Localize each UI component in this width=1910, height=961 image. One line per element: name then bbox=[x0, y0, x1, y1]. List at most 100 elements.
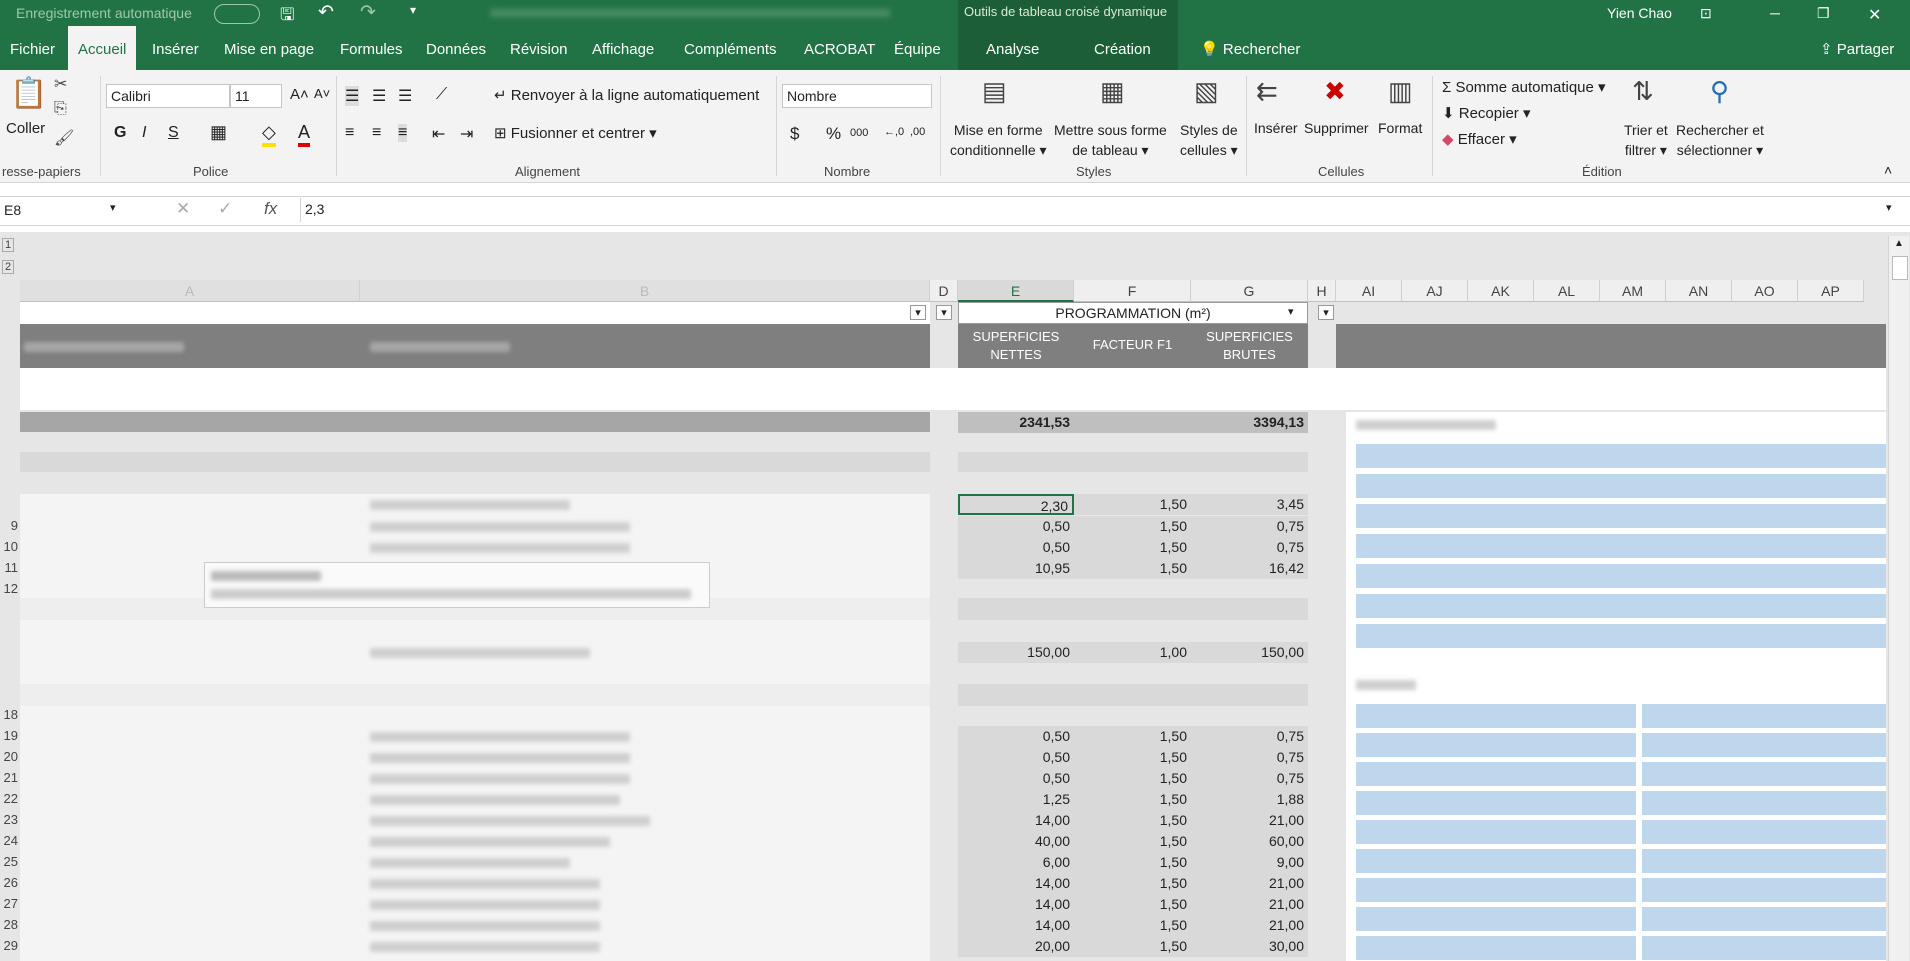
insert-cells-button[interactable]: Insérer bbox=[1254, 120, 1298, 136]
cell-e22[interactable]: 1,25 bbox=[958, 789, 1074, 810]
increase-indent-icon[interactable]: ⇥ bbox=[460, 124, 473, 144]
row-number[interactable]: 29 bbox=[0, 938, 18, 953]
cell-styles-icon[interactable]: ▧ bbox=[1194, 76, 1219, 107]
conditional-format-button[interactable]: Mise en forme conditionnelle ▾ bbox=[950, 120, 1047, 160]
row-number[interactable]: 28 bbox=[0, 917, 18, 932]
italic-icon[interactable]: I bbox=[142, 124, 146, 142]
cell-f21[interactable]: 1,50 bbox=[1074, 768, 1191, 789]
slicer-item[interactable] bbox=[1642, 820, 1886, 844]
filter-dropdown-icon[interactable]: ▾ bbox=[910, 305, 926, 320]
cell-g9[interactable]: 0,75 bbox=[1191, 516, 1308, 537]
tab-analyse[interactable]: Analyse bbox=[976, 26, 1049, 70]
sort-filter-button[interactable]: Trier et filtrer ▾ bbox=[1624, 120, 1668, 160]
align-right-icon[interactable]: ≡ bbox=[398, 124, 408, 142]
find-select-icon[interactable]: ⚲ bbox=[1710, 76, 1729, 107]
format-as-table-button[interactable]: Mettre sous forme de tableau ▾ bbox=[1054, 120, 1167, 160]
font-name-box[interactable]: Calibri bbox=[106, 84, 230, 108]
cell-e23[interactable]: 14,00 bbox=[958, 810, 1074, 831]
cell-f27[interactable]: 1,50 bbox=[1074, 894, 1191, 915]
column-header-ao[interactable]: AO bbox=[1732, 280, 1798, 302]
cell-f11[interactable]: 1,50 bbox=[1074, 558, 1191, 579]
cell-g16[interactable]: 150,00 bbox=[1191, 642, 1308, 663]
bold-icon[interactable]: G bbox=[114, 124, 126, 142]
conditional-format-icon[interactable]: ▤ bbox=[982, 76, 1007, 107]
total-superficies-nettes[interactable]: 2341,53 bbox=[958, 412, 1074, 433]
cell-g10[interactable]: 0,75 bbox=[1191, 537, 1308, 558]
format-painter-icon[interactable]: 🖌 bbox=[54, 128, 74, 148]
column-header-e[interactable]: E bbox=[958, 280, 1074, 302]
format-cells-button[interactable]: Format bbox=[1378, 120, 1422, 136]
minimize-icon[interactable]: ─ bbox=[1770, 5, 1780, 21]
column-header-aj[interactable]: AJ bbox=[1402, 280, 1468, 302]
format-cells-icon[interactable]: ▥ bbox=[1388, 76, 1413, 107]
align-left-icon[interactable]: ≡ bbox=[345, 124, 354, 142]
align-bottom-icon[interactable]: ☰ bbox=[398, 86, 412, 106]
cell-f16[interactable]: 1,00 bbox=[1074, 642, 1191, 663]
row-number[interactable]: 9 bbox=[0, 518, 18, 533]
copy-icon[interactable]: ⎘ bbox=[54, 100, 67, 118]
column-header-ai[interactable]: AI bbox=[1336, 280, 1402, 302]
undo-icon[interactable]: ↶ bbox=[318, 1, 334, 24]
slicer-item[interactable] bbox=[1356, 534, 1886, 558]
orientation-icon[interactable]: ⟋ bbox=[436, 86, 447, 104]
outline-level-1[interactable]: 1 bbox=[2, 238, 14, 252]
column-header-ap[interactable]: AP bbox=[1798, 280, 1864, 302]
cut-icon[interactable]: ✂ bbox=[54, 74, 67, 94]
cell-e9[interactable]: 0,50 bbox=[958, 516, 1074, 537]
cell-g29[interactable]: 30,00 bbox=[1191, 936, 1308, 957]
cell-g23[interactable]: 21,00 bbox=[1191, 810, 1308, 831]
autosum-button[interactable]: Σ Somme automatique ▾ bbox=[1442, 78, 1606, 96]
column-header-d[interactable]: D bbox=[930, 280, 958, 302]
tab-acrobat[interactable]: ACROBAT bbox=[794, 26, 885, 70]
borders-icon[interactable]: ▦ bbox=[210, 122, 227, 143]
slicer-item[interactable] bbox=[1356, 907, 1636, 931]
clear-button[interactable]: ◆ Effacer ▾ bbox=[1442, 130, 1517, 148]
redo-icon[interactable]: ↷ bbox=[360, 1, 376, 24]
cell-g24[interactable]: 60,00 bbox=[1191, 831, 1308, 852]
cell-e11[interactable]: 10,95 bbox=[958, 558, 1074, 579]
tab-complements[interactable]: Compléments bbox=[674, 26, 787, 70]
tab-inserer[interactable]: Insérer bbox=[142, 26, 209, 70]
slicer-item[interactable] bbox=[1642, 704, 1886, 728]
row-number[interactable]: 10 bbox=[0, 539, 18, 554]
cell-e21[interactable]: 0,50 bbox=[958, 768, 1074, 789]
cell-f26[interactable]: 1,50 bbox=[1074, 873, 1191, 894]
slicer-item[interactable] bbox=[1642, 878, 1886, 902]
grow-font-icon[interactable]: A˄ bbox=[290, 86, 309, 103]
cell-g8[interactable]: 3,45 bbox=[1191, 494, 1308, 515]
cell-g21[interactable]: 0,75 bbox=[1191, 768, 1308, 789]
close-icon[interactable]: ✕ bbox=[1868, 5, 1881, 25]
column-header-g[interactable]: G bbox=[1191, 280, 1308, 302]
slicer-item[interactable] bbox=[1356, 936, 1636, 960]
slicer-item[interactable] bbox=[1356, 624, 1886, 648]
slicer-item[interactable] bbox=[1356, 594, 1886, 618]
cell-g26[interactable]: 21,00 bbox=[1191, 873, 1308, 894]
fill-color-icon[interactable]: ◇ bbox=[262, 122, 276, 147]
filter-dropdown-icon[interactable]: ▾ bbox=[1288, 305, 1294, 318]
insert-function-icon[interactable]: fx bbox=[264, 199, 277, 219]
cell-f22[interactable]: 1,50 bbox=[1074, 789, 1191, 810]
slicer-item[interactable] bbox=[1356, 733, 1636, 757]
row-number[interactable]: 22 bbox=[0, 791, 18, 806]
underline-icon[interactable]: S bbox=[168, 124, 179, 142]
cell-f19[interactable]: 1,50 bbox=[1074, 726, 1191, 747]
decrease-decimal-icon[interactable]: ,00 bbox=[910, 126, 925, 138]
cell-f24[interactable]: 1,50 bbox=[1074, 831, 1191, 852]
sort-filter-icon[interactable]: ⇅ bbox=[1632, 76, 1654, 107]
wrap-text-button[interactable]: ↵ Renvoyer à la ligne automatiquement bbox=[494, 86, 759, 104]
restore-icon[interactable]: ❐ bbox=[1817, 5, 1830, 22]
tab-creation[interactable]: Création bbox=[1084, 26, 1161, 70]
cell-e19[interactable]: 0,50 bbox=[958, 726, 1074, 747]
confirm-entry-icon[interactable]: ✓ bbox=[218, 199, 232, 219]
align-middle-icon[interactable]: ☰ bbox=[372, 86, 386, 106]
total-superficies-brutes[interactable]: 3394,13 bbox=[1191, 412, 1308, 433]
total-facteur[interactable] bbox=[1074, 412, 1191, 433]
cell-styles-button[interactable]: Styles de cellules ▾ bbox=[1180, 120, 1238, 160]
delete-cells-icon[interactable]: ✖ bbox=[1324, 76, 1346, 107]
column-header-an[interactable]: AN bbox=[1666, 280, 1732, 302]
filter-dropdown-icon[interactable]: ▾ bbox=[1318, 305, 1334, 320]
column-header-h[interactable]: H bbox=[1308, 280, 1336, 302]
shrink-font-icon[interactable]: A˅ bbox=[314, 86, 330, 101]
vertical-scrollbar[interactable]: ▲ bbox=[1888, 236, 1909, 961]
scrollbar-thumb[interactable] bbox=[1892, 256, 1908, 280]
